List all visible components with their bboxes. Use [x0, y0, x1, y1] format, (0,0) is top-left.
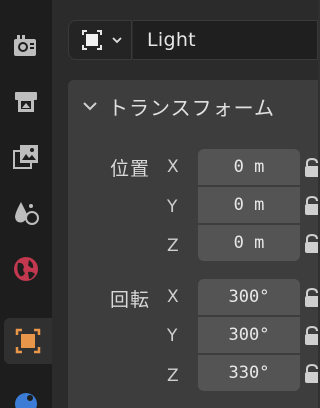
- output-tab-icon: [15, 92, 37, 112]
- location-y-lock-icon[interactable]: [304, 187, 318, 223]
- rotation-x-lock-icon[interactable]: [304, 279, 318, 315]
- render-tab[interactable]: [0, 22, 52, 68]
- world-tab-icon: [14, 257, 38, 281]
- location-label: 位置: [110, 158, 151, 180]
- rotation-z-lock-icon[interactable]: [304, 355, 318, 391]
- rotation-z-label: Z: [167, 366, 179, 386]
- location-z-lock-icon[interactable]: [304, 225, 318, 261]
- rotation-x-field[interactable]: 300°: [198, 279, 300, 315]
- render-tab-icon: [14, 35, 36, 56]
- view-layer-tab-icon: [13, 145, 38, 169]
- rotation-y-lock-icon[interactable]: [304, 317, 318, 353]
- object-type-dropdown[interactable]: [68, 20, 132, 60]
- physics-tab[interactable]: [0, 374, 52, 408]
- location-y-label: Y: [167, 197, 178, 217]
- transform-panel: トランスフォーム 位置 X 0 m Y 0 m Z 0 m 回転 X 300° …: [68, 80, 318, 408]
- location-x-field[interactable]: 0 m: [198, 149, 300, 185]
- output-tab[interactable]: [0, 78, 52, 124]
- location-y-field[interactable]: 0 m: [198, 187, 300, 223]
- rotation-y-field[interactable]: 300°: [198, 317, 300, 353]
- scene-tab-icon: [15, 202, 39, 225]
- chevron-down-icon: [83, 102, 97, 111]
- properties-tab-strip: [0, 0, 52, 408]
- object-tab-icon: [15, 328, 41, 354]
- transform-panel-header[interactable]: トランスフォーム: [68, 80, 318, 132]
- location-x-label: X: [167, 157, 179, 177]
- object-name-field[interactable]: Light: [133, 20, 318, 60]
- location-x-lock-icon[interactable]: [304, 149, 318, 185]
- light-object-icon: [82, 30, 102, 50]
- location-z-field[interactable]: 0 m: [198, 225, 300, 261]
- object-tab[interactable]: [4, 318, 52, 364]
- location-z-label: Z: [167, 236, 179, 256]
- rotation-label: 回転: [110, 289, 151, 311]
- view-layer-tab[interactable]: [0, 134, 52, 180]
- physics-tab-icon: [15, 393, 37, 408]
- properties-editor: Light トランスフォーム 位置 X 0 m Y 0 m Z 0 m 回転 X…: [52, 0, 318, 408]
- object-header: Light: [68, 20, 318, 60]
- world-tab[interactable]: [0, 246, 52, 292]
- scene-tab[interactable]: [0, 190, 52, 236]
- panel-title: トランスフォーム: [108, 95, 275, 120]
- rotation-y-label: Y: [167, 326, 178, 346]
- rotation-z-field[interactable]: 330°: [198, 355, 300, 391]
- chevron-down-icon: [112, 37, 122, 44]
- rotation-x-label: X: [167, 287, 179, 307]
